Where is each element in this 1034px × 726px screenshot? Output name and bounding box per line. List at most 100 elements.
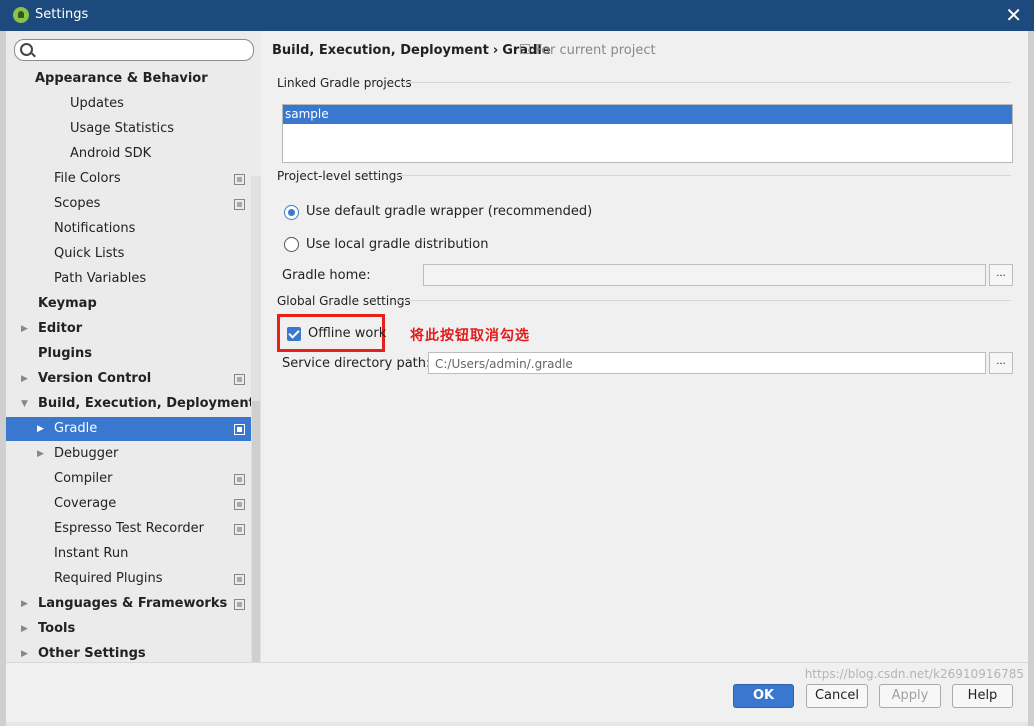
breadcrumb-parent: Build, Execution, Deployment — [272, 43, 489, 58]
search-icon — [20, 43, 33, 56]
sidebar-item-build-execution-deployment[interactable]: ▼ Build, Execution, Deployment — [6, 392, 261, 416]
sidebar-item-scopes[interactable]: Scopes — [6, 192, 261, 216]
sidebar-item-appearance-behavior[interactable]: Appearance & Behavior — [6, 67, 261, 91]
sidebar-item-label: Required Plugins — [54, 571, 163, 586]
sidebar-item-label: Updates — [70, 96, 124, 111]
sidebar-item-file-colors[interactable]: File Colors — [6, 167, 261, 191]
sidebar-item-label: File Colors — [54, 171, 121, 186]
linked-project-item[interactable]: sample — [283, 105, 1012, 124]
sidebar-item-label: Quick Lists — [54, 246, 125, 261]
sidebar-item-label: Compiler — [54, 471, 113, 486]
sidebar-item-label: Coverage — [54, 496, 117, 511]
local-distribution-radio[interactable] — [284, 237, 299, 252]
collapsed-arrow-icon[interactable]: ▶ — [37, 442, 44, 466]
close-icon[interactable]: ✕ — [1005, 4, 1022, 26]
project-scope-icon — [234, 199, 245, 210]
sidebar-item-label: Keymap — [38, 296, 97, 311]
linked-projects-list[interactable]: sample — [282, 104, 1013, 163]
sidebar-item-version-control[interactable]: ▶ Version Control — [6, 367, 261, 391]
collapsed-arrow-icon[interactable]: ▶ — [21, 317, 28, 341]
watermark: https://blog.csdn.net/k26910916785 — [804, 667, 1024, 681]
sidebar-item-required-plugins[interactable]: Required Plugins — [6, 567, 261, 591]
linked-projects-heading: Linked Gradle projects — [277, 76, 412, 90]
sidebar-item-notifications[interactable]: Notifications — [6, 217, 261, 241]
annotation-text: 将此按钮取消勾选 — [410, 328, 530, 344]
divider — [398, 300, 1011, 301]
window-title: Settings — [35, 7, 89, 22]
divider — [397, 175, 1011, 176]
sidebar-item-label: Appearance & Behavior — [35, 71, 208, 86]
sidebar-item-label: Gradle — [54, 421, 98, 436]
cancel-button[interactable]: Cancel — [806, 684, 868, 708]
offline-work-checkbox[interactable] — [287, 327, 301, 341]
sidebar-item-label: Notifications — [54, 221, 136, 236]
window-edge-right — [1028, 31, 1034, 726]
collapsed-arrow-icon[interactable]: ▶ — [21, 617, 28, 641]
gradle-home-browse-button[interactable]: ... — [989, 264, 1013, 286]
gradle-home-field[interactable] — [423, 264, 986, 286]
apply-button[interactable]: Apply — [879, 684, 941, 708]
sidebar-item-keymap[interactable]: Keymap — [6, 292, 261, 316]
service-directory-field[interactable]: C:/Users/admin/.gradle — [428, 352, 986, 374]
sidebar-item-label: Languages & Frameworks — [38, 596, 228, 611]
help-button[interactable]: Help — [952, 684, 1013, 708]
project-scope-icon — [234, 499, 245, 510]
sidebar-item-label: Usage Statistics — [70, 121, 175, 136]
sidebar-item-instant-run[interactable]: Instant Run — [6, 542, 261, 566]
project-scope-icon — [234, 424, 245, 435]
sidebar-item-coverage[interactable]: Coverage — [6, 492, 261, 516]
collapsed-arrow-icon[interactable]: ▶ — [21, 367, 28, 391]
search-input[interactable] — [37, 41, 251, 59]
search-box[interactable] — [14, 39, 254, 61]
project-scope-icon — [234, 599, 245, 610]
project-scope-icon — [234, 574, 245, 585]
sidebar-item-path-variables[interactable]: Path Variables — [6, 267, 261, 291]
default-wrapper-label[interactable]: Use default gradle wrapper (recommended) — [306, 204, 592, 219]
expanded-arrow-icon[interactable]: ▼ — [21, 392, 28, 416]
sidebar-item-label: Editor — [38, 321, 83, 336]
global-gradle-heading: Global Gradle settings — [277, 294, 411, 308]
project-scope-icon — [234, 474, 245, 485]
title-bar: Settings ✕ — [0, 0, 1034, 31]
sidebar-item-updates[interactable]: Updates — [6, 92, 261, 116]
sidebar-item-plugins[interactable]: Plugins — [6, 342, 261, 366]
sidebar-item-compiler[interactable]: Compiler — [6, 467, 261, 491]
service-directory-browse-button[interactable]: ... — [989, 352, 1013, 374]
sidebar-scrollbar-thumb[interactable] — [252, 401, 260, 662]
project-scope-icon — [234, 524, 245, 535]
settings-sidebar: Appearance & Behavior Updates Usage Statis… — [6, 31, 261, 662]
sidebar-item-label: Debugger — [54, 446, 119, 461]
collapsed-arrow-icon[interactable]: ▶ — [21, 592, 28, 616]
gradle-settings-panel: Build, Execution, Deployment › Gradle For … — [262, 31, 1028, 662]
project-scope-icon — [234, 374, 245, 385]
scope-indicator: For current project — [520, 43, 656, 58]
sidebar-item-tools[interactable]: ▶ Tools — [6, 617, 261, 641]
service-directory-label: Service directory path: — [282, 356, 431, 371]
ok-button[interactable]: OK — [733, 684, 794, 708]
collapsed-arrow-icon[interactable]: ▶ — [37, 417, 44, 441]
sidebar-item-label: Instant Run — [54, 546, 129, 561]
settings-dialog: Appearance & Behavior Updates Usage Statis… — [6, 31, 1028, 722]
sidebar-item-label: Plugins — [38, 346, 92, 361]
sidebar-item-languages-frameworks[interactable]: ▶ Languages & Frameworks — [6, 592, 261, 616]
sidebar-item-android-sdk[interactable]: Android SDK — [6, 142, 261, 166]
android-studio-icon — [13, 7, 29, 23]
divider — [402, 82, 1011, 83]
default-wrapper-radio[interactable] — [284, 205, 299, 220]
sidebar-item-label: Build, Execution, Deployment — [38, 396, 255, 411]
sidebar-item-espresso-test-recorder[interactable]: Espresso Test Recorder — [6, 517, 261, 541]
sidebar-item-label: Android SDK — [70, 146, 152, 161]
local-distribution-label[interactable]: Use local gradle distribution — [306, 237, 488, 252]
offline-work-label[interactable]: Offline work — [308, 326, 386, 341]
sidebar-item-quick-lists[interactable]: Quick Lists — [6, 242, 261, 266]
sidebar-item-debugger[interactable]: ▶ Debugger — [6, 442, 261, 466]
scope-label: For current project — [535, 43, 656, 58]
sidebar-item-label: Path Variables — [54, 271, 147, 286]
project-scope-icon — [520, 44, 530, 54]
project-scope-icon — [234, 174, 245, 185]
sidebar-item-editor[interactable]: ▶ Editor — [6, 317, 261, 341]
sidebar-item-label: Version Control — [38, 371, 152, 386]
sidebar-item-usage-statistics[interactable]: Usage Statistics — [6, 117, 261, 141]
sidebar-item-gradle[interactable]: ▶ Gradle — [6, 417, 261, 441]
project-level-heading: Project-level settings — [277, 169, 403, 183]
